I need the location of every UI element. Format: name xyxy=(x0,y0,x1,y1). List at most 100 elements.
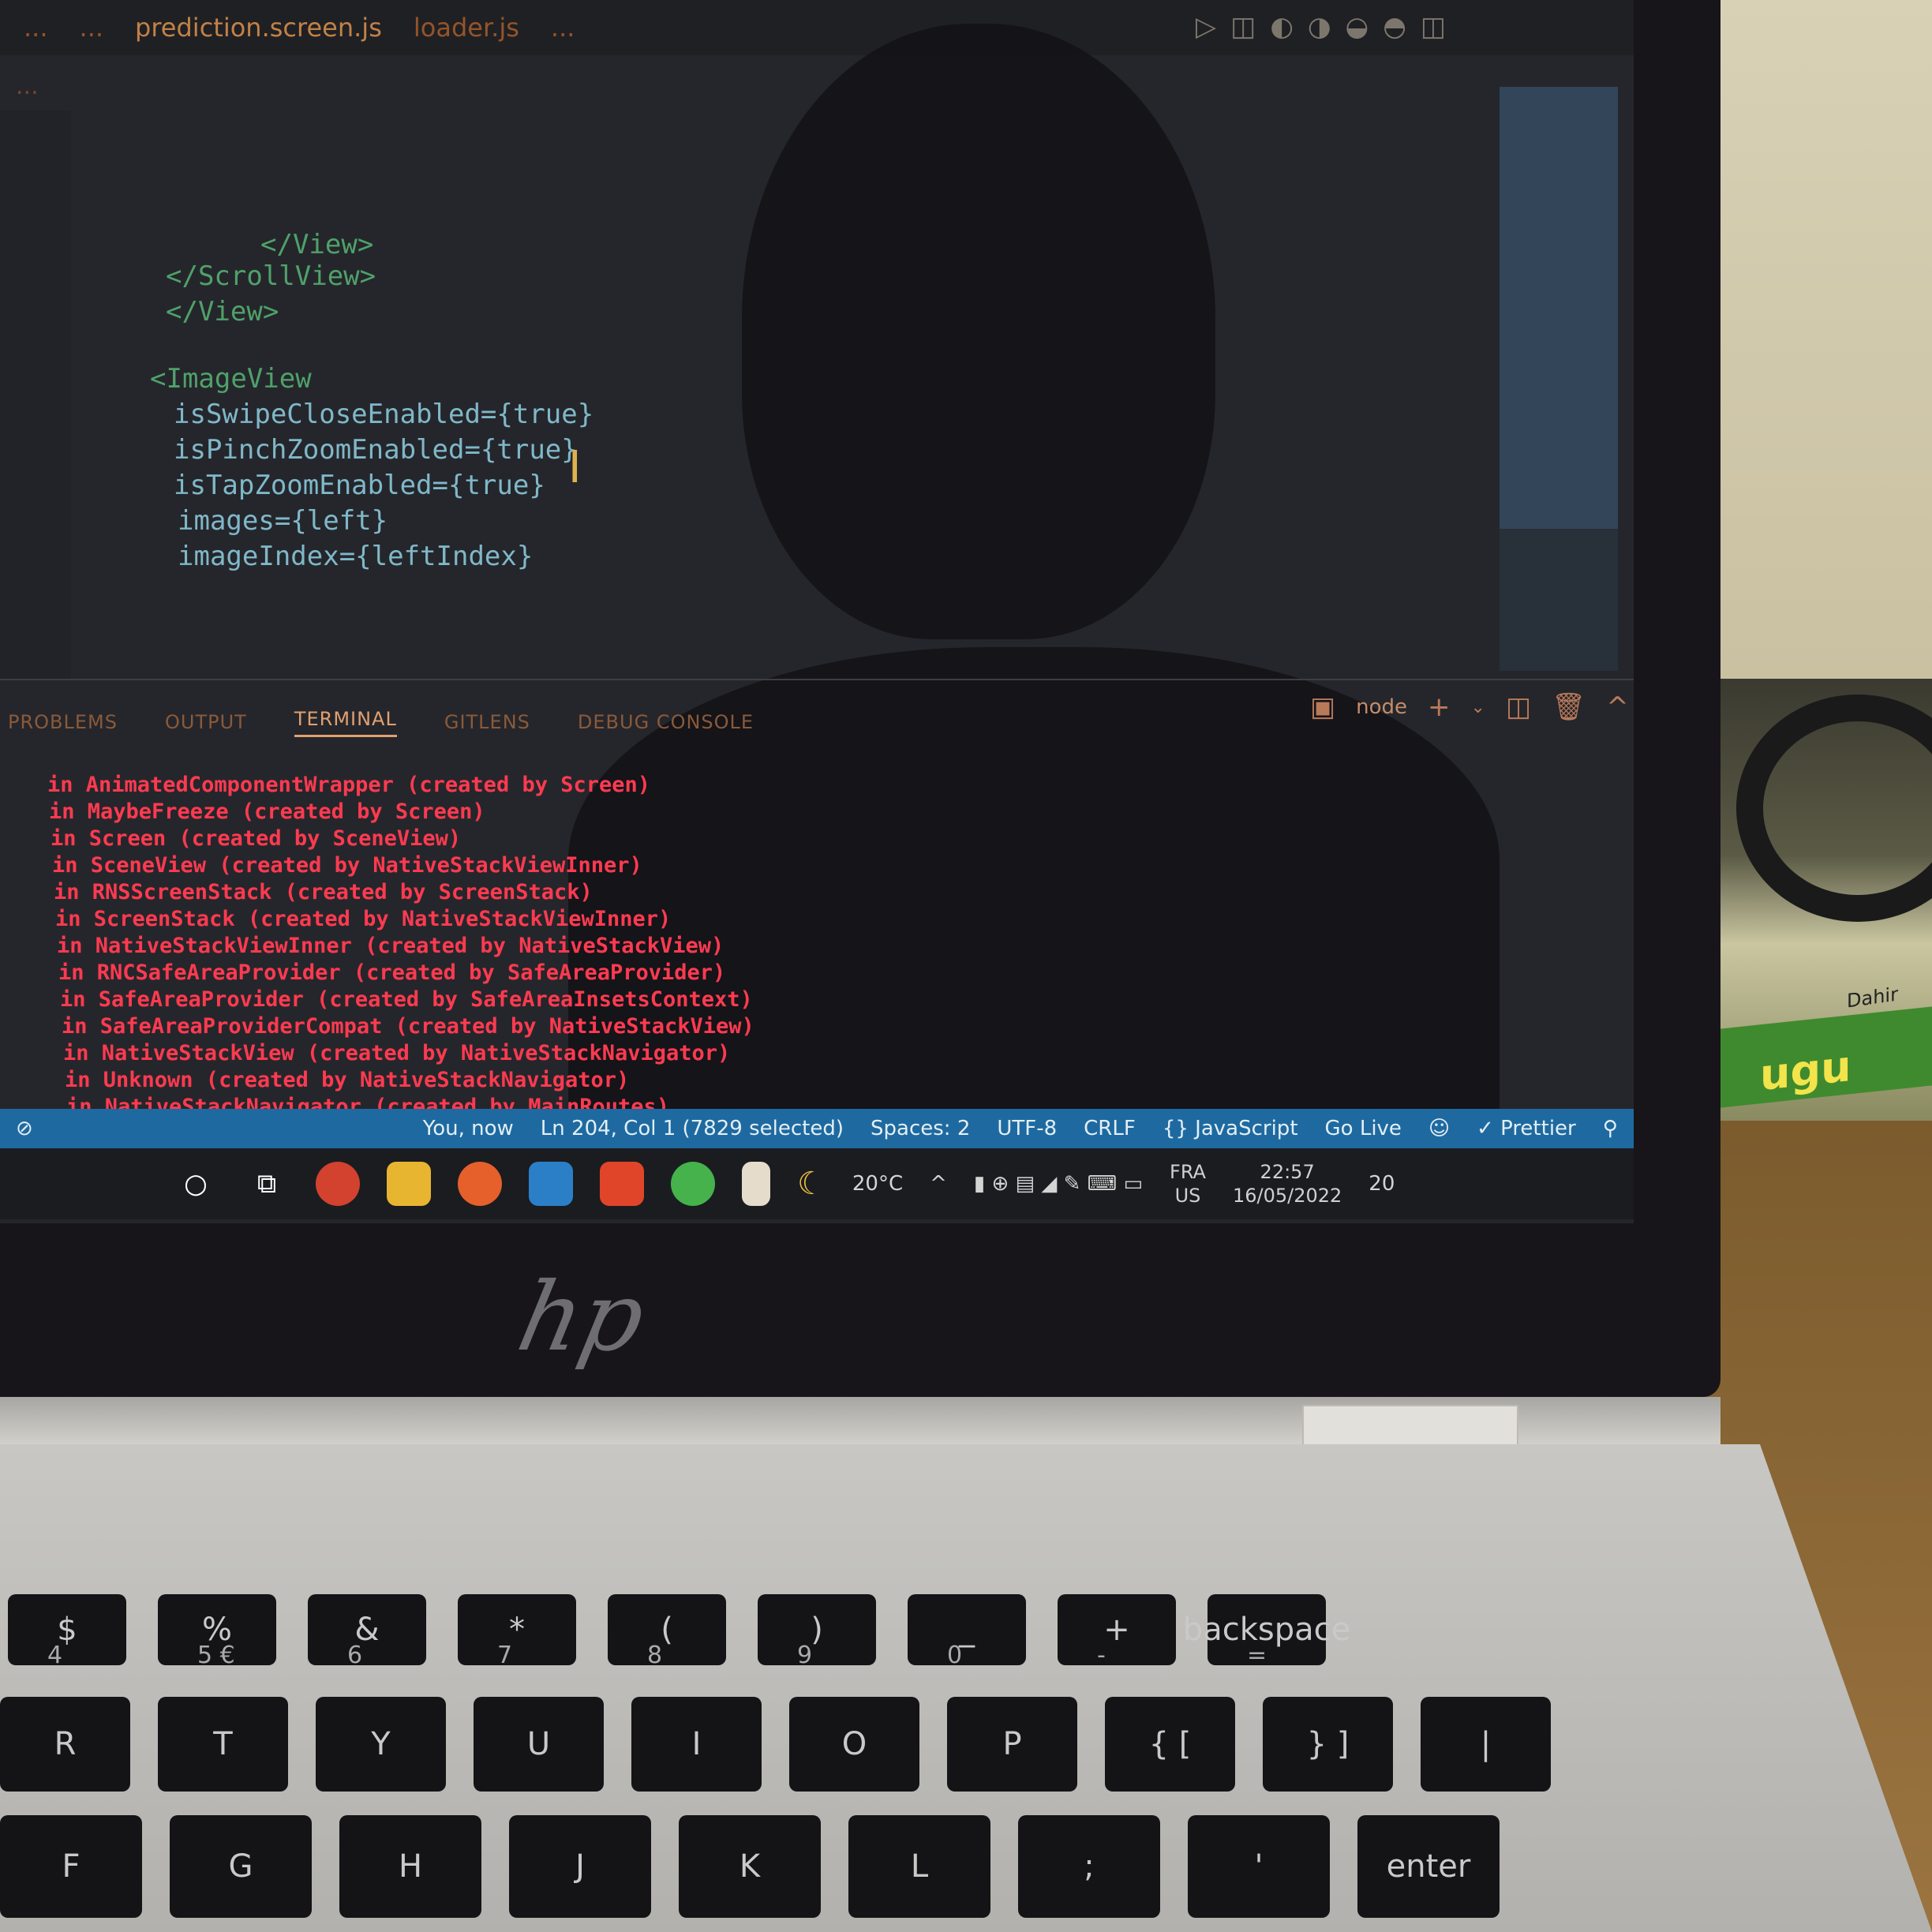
keyboard-key[interactable]: Y xyxy=(316,1697,446,1792)
terminal-line: in SceneView (created by NativeStackView… xyxy=(52,853,642,878)
keyboard-key[interactable]: ' xyxy=(1188,1815,1330,1918)
reflection-head xyxy=(742,24,1215,639)
keyboard-key[interactable]: + xyxy=(1058,1594,1176,1665)
encoding[interactable]: UTF-8 xyxy=(997,1117,1057,1140)
brave-icon[interactable] xyxy=(600,1162,644,1206)
panel-tab-debug-console[interactable]: DEBUG CONSOLE xyxy=(578,711,754,733)
split-terminal-icon[interactable]: ◫ xyxy=(1506,691,1531,723)
terminal-line: in NativeStackViewInner (created by Nati… xyxy=(57,934,724,958)
keyboard-key[interactable]: | xyxy=(1421,1697,1551,1792)
code-line: isTapZoomEnabled={true} xyxy=(174,470,545,501)
editor-tab[interactable]: ... xyxy=(80,13,104,43)
terminal-line: in ScreenStack (created by NativeStackVi… xyxy=(55,907,672,931)
breadcrumb: ... xyxy=(16,73,39,100)
keyboard-key[interactable]: $ xyxy=(8,1594,126,1665)
code-line: </View> xyxy=(260,229,374,260)
editor-tab[interactable]: prediction.screen.js xyxy=(135,13,382,43)
terminal-icon: ▣ xyxy=(1310,691,1336,723)
key-secondary-label: 5 € xyxy=(197,1642,235,1669)
keyboard-key[interactable]: _ xyxy=(908,1594,1026,1665)
chevron-up-icon[interactable]: ^ xyxy=(930,1172,947,1196)
editor-tab[interactable]: loader.js xyxy=(414,13,519,43)
key-secondary-label: 0 xyxy=(947,1642,963,1669)
new-terminal-icon[interactable]: + xyxy=(1428,691,1451,723)
key-secondary-label: 6 xyxy=(347,1642,363,1669)
whatsapp-icon[interactable] xyxy=(671,1162,715,1206)
keyboard: $% & *() _ + backspace 4 5 €6 7 8 9 0- = R T Y U I O P{ [} … xyxy=(0,1523,1815,1932)
terminal-line: in SafeAreaProvider (created by SafeArea… xyxy=(60,987,753,1012)
folder-icon[interactable] xyxy=(387,1162,431,1206)
panel-tab-problems[interactable]: PROBLEMS xyxy=(8,711,118,733)
panel-divider[interactable] xyxy=(0,679,1634,680)
language-mode[interactable]: {} JavaScript xyxy=(1163,1117,1298,1140)
terminal-line: in AnimatedComponentWrapper (created by … xyxy=(47,773,651,797)
chevron-down-icon[interactable]: ⌄ xyxy=(1471,698,1485,717)
terminal-output[interactable]: in AnimatedComponentWrapper (created by … xyxy=(47,772,994,1121)
account-icon[interactable]: ⚲ xyxy=(1603,1117,1618,1140)
app-icon[interactable] xyxy=(742,1162,770,1206)
clock[interactable]: 22:57 16/05/2022 xyxy=(1233,1160,1342,1208)
search-icon[interactable]: ○ xyxy=(174,1162,218,1206)
cursor-position[interactable]: Ln 204, Col 1 (7829 selected) xyxy=(541,1117,844,1140)
keyboard-key[interactable]: * xyxy=(458,1594,576,1665)
keyboard-key[interactable]: H xyxy=(339,1815,481,1918)
keyboard-key[interactable]: ( xyxy=(608,1594,726,1665)
task-view-icon[interactable]: ⧉ xyxy=(245,1162,289,1206)
keyboard-layout: US xyxy=(1174,1185,1201,1207)
keyboard-key[interactable]: R xyxy=(0,1697,130,1792)
keyboard-key[interactable]: I xyxy=(631,1697,762,1792)
panel-tab-output[interactable]: OUTPUT xyxy=(165,711,247,733)
key-secondary-label: 8 xyxy=(647,1642,663,1669)
keyboard-key[interactable]: enter xyxy=(1357,1815,1500,1918)
weather-icon[interactable]: ☾ xyxy=(797,1166,826,1202)
line-ending[interactable]: CRLF xyxy=(1084,1117,1136,1140)
firefox-icon[interactable] xyxy=(458,1162,502,1206)
keyboard-key[interactable]: ; xyxy=(1018,1815,1160,1918)
keyboard-key[interactable]: U xyxy=(474,1697,604,1792)
maximize-icon[interactable]: ^ xyxy=(1606,691,1629,723)
git-blame[interactable]: You, now xyxy=(423,1117,514,1140)
editor-tab[interactable]: ... xyxy=(551,13,575,43)
trash-icon[interactable]: 🗑 xyxy=(1552,691,1586,723)
keyboard-key[interactable]: J xyxy=(509,1815,651,1918)
chrome-icon[interactable] xyxy=(316,1162,360,1206)
terminal-line: in Unknown (created by NativeStackNaviga… xyxy=(65,1068,630,1092)
panel-tab-gitlens[interactable]: GITLENS xyxy=(444,711,530,733)
editor-tab[interactable]: ... xyxy=(24,13,48,43)
hp-logo: hp xyxy=(509,1263,654,1372)
keyboard-key[interactable]: T xyxy=(158,1697,288,1792)
tray-icons[interactable]: ▮ ⊕ ▤ ◢ ✎ ⌨ ▭ xyxy=(974,1172,1143,1196)
terminal-line: in SafeAreaProviderCompat (created by Na… xyxy=(62,1014,754,1039)
editor-actions-icon[interactable]: ▷◫◐◑◒◓◫ xyxy=(1196,11,1460,43)
minimap-slider[interactable] xyxy=(1500,87,1618,529)
shell-label[interactable]: node xyxy=(1356,695,1407,719)
notification-badge[interactable]: 20 xyxy=(1368,1172,1395,1196)
input-language[interactable]: FRA US xyxy=(1170,1160,1206,1208)
vscode-icon[interactable] xyxy=(529,1162,573,1206)
code-line: images={left} xyxy=(178,505,388,537)
keyboard-key[interactable]: P xyxy=(947,1697,1077,1792)
status-bar: ⊘ You, now Ln 204, Col 1 (7829 selected)… xyxy=(0,1109,1634,1148)
keyboard-key[interactable]: G xyxy=(170,1815,312,1918)
keyboard-key[interactable]: ) xyxy=(758,1594,876,1665)
weather-temp[interactable]: 20°C xyxy=(852,1172,903,1196)
key-secondary-label: - xyxy=(1097,1642,1106,1669)
panel-tab-terminal[interactable]: TERMINAL xyxy=(294,708,397,737)
key-secondary-label: 7 xyxy=(497,1642,513,1669)
prettier-status[interactable]: ✓ Prettier xyxy=(1477,1117,1576,1140)
keyboard-key[interactable]: O xyxy=(789,1697,919,1792)
go-live-button[interactable]: Go Live xyxy=(1325,1117,1402,1140)
keyboard-key[interactable]: L xyxy=(848,1815,990,1918)
feedback-icon[interactable]: ☺ xyxy=(1428,1117,1450,1140)
keyboard-key[interactable]: F xyxy=(0,1815,142,1918)
terminal-line: in MaybeFreeze (created by Screen) xyxy=(49,799,485,824)
indentation[interactable]: Spaces: 2 xyxy=(871,1117,970,1140)
keyboard-key[interactable]: } ] xyxy=(1263,1697,1393,1792)
keyboard-key[interactable]: { [ xyxy=(1105,1697,1235,1792)
keyboard-key[interactable]: & xyxy=(308,1594,426,1665)
time: 22:57 xyxy=(1260,1161,1315,1183)
remote-icon[interactable]: ⊘ xyxy=(16,1117,33,1140)
keyboard-key[interactable]: K xyxy=(679,1815,821,1918)
text-cursor-icon: I xyxy=(568,442,582,493)
key-secondary-label: 9 xyxy=(797,1642,813,1669)
